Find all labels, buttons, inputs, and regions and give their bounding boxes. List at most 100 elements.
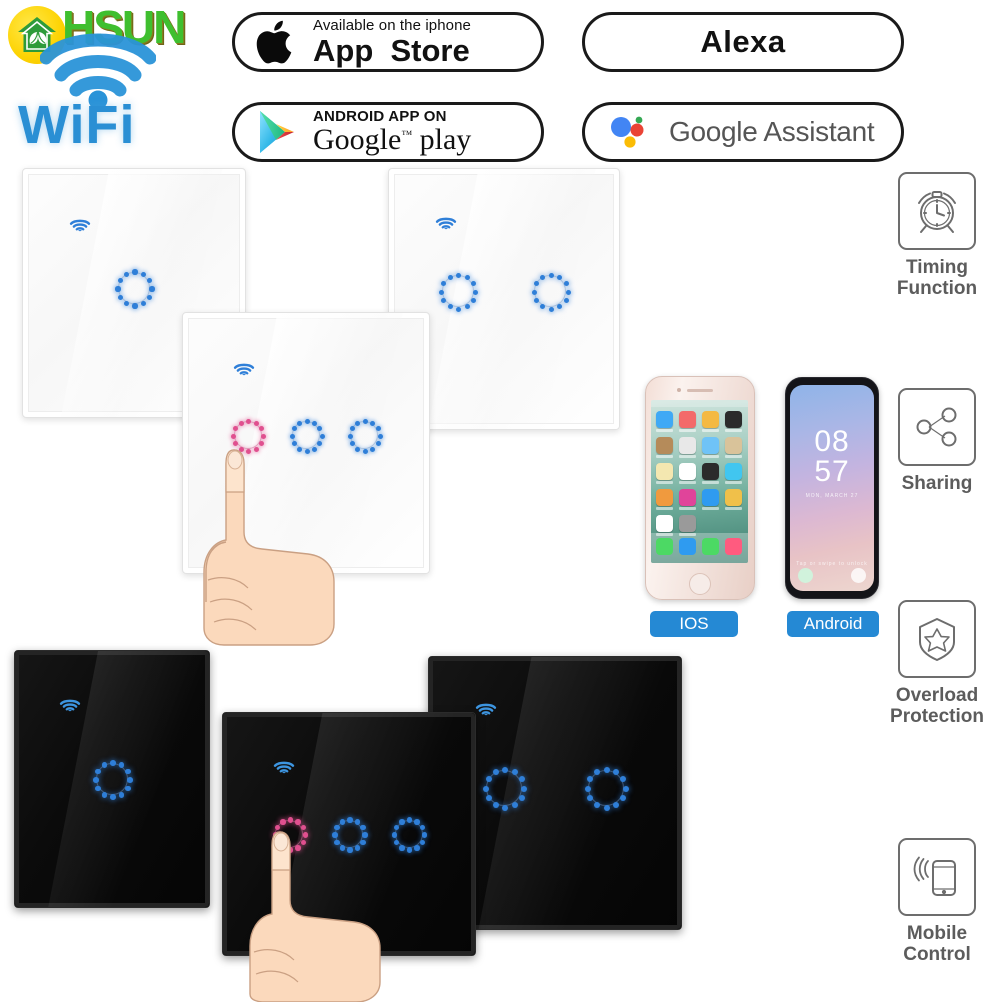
- led-dot: [511, 801, 518, 808]
- led-dot: [132, 269, 138, 275]
- iphone-home-button[interactable]: [689, 573, 711, 595]
- led-dot: [312, 420, 317, 426]
- led-dot: [317, 426, 323, 432]
- led-dot: [540, 304, 546, 310]
- led-dot: [518, 795, 525, 802]
- android-camera-shortcut[interactable]: [851, 568, 866, 583]
- wifi-indicator-icon: [233, 363, 255, 376]
- led-dot: [118, 791, 125, 798]
- alarm-clock-icon: [918, 191, 956, 233]
- android-phone-shortcut[interactable]: [798, 568, 813, 583]
- led-dot: [304, 448, 310, 454]
- led-dot: [565, 289, 571, 295]
- led-ring-outline: [117, 271, 150, 304]
- switch-button-2[interactable]: [289, 418, 325, 454]
- feature-label: Mobile Control: [903, 923, 971, 966]
- switch-button-1[interactable]: [231, 418, 267, 454]
- led-dot: [511, 769, 518, 776]
- led-dot: [349, 441, 355, 447]
- feature-label: Sharing: [901, 473, 973, 494]
- led-dot: [317, 441, 323, 447]
- led-dot: [349, 426, 355, 432]
- led-dot: [447, 274, 453, 280]
- google-play-text: ANDROID APP ON Google™ play: [313, 109, 471, 155]
- led-dot: [620, 795, 627, 802]
- led-dot: [147, 294, 153, 301]
- led-dot: [115, 286, 121, 292]
- switch-button-1[interactable]: [272, 817, 308, 853]
- led-dot: [280, 819, 286, 825]
- led-dot: [421, 832, 428, 838]
- led-dot: [375, 426, 381, 432]
- led-dot: [287, 817, 293, 823]
- led-dot: [297, 446, 302, 452]
- switch-button-1[interactable]: [439, 272, 479, 312]
- switch-button-2[interactable]: [584, 766, 629, 811]
- led-dot: [470, 281, 476, 287]
- led-dot: [456, 272, 462, 278]
- led-dot: [123, 271, 130, 277]
- led-dot: [339, 845, 346, 851]
- led-dot: [548, 272, 554, 278]
- switch-white-3-gang[interactable]: [182, 312, 430, 574]
- wifi-indicator-icon: [69, 219, 91, 232]
- led-dot: [518, 776, 525, 783]
- android-device[interactable]: 08 57 MON, MARCH 27 Tap or swipe to unlo…: [785, 377, 879, 599]
- shield-star-icon: [919, 618, 955, 661]
- led-dot: [280, 845, 286, 851]
- switch-button-1[interactable]: [93, 760, 133, 800]
- switch-button-2[interactable]: [531, 272, 571, 312]
- led-dot: [362, 832, 368, 838]
- led-dot: [289, 433, 295, 439]
- led-dot: [613, 801, 620, 808]
- iphone-device[interactable]: [645, 376, 755, 600]
- wifi-indicator-icon: [475, 703, 497, 716]
- switch-button-2[interactable]: [332, 817, 368, 853]
- led-dot: [124, 768, 131, 775]
- led-dot: [339, 819, 346, 825]
- led-dot: [140, 271, 147, 277]
- android-date: MON, MARCH 27: [805, 493, 859, 499]
- led-dot: [456, 306, 462, 312]
- led-dot: [238, 446, 244, 452]
- alexa-badge[interactable]: Alexa: [582, 12, 904, 72]
- google-assistant-badge[interactable]: Google Assistant: [582, 102, 904, 162]
- switch-button-1[interactable]: [115, 269, 155, 309]
- led-dot: [304, 418, 310, 424]
- switch-black-1-gang[interactable]: [14, 650, 210, 908]
- led-ring-outline: [441, 275, 474, 308]
- led-dot: [399, 845, 405, 851]
- led-dot: [291, 441, 297, 447]
- iphone-earpiece: [687, 389, 713, 392]
- wifi-indicator-icon: [435, 217, 457, 230]
- led-dot: [521, 785, 528, 792]
- led-dot: [447, 304, 453, 310]
- iphone-camera: [677, 388, 681, 392]
- led-dot: [492, 801, 499, 808]
- led-dot: [123, 301, 130, 307]
- led-dot: [531, 289, 537, 295]
- led-dot: [360, 824, 366, 831]
- led-dot: [620, 776, 627, 783]
- led-ring-outline: [534, 275, 567, 308]
- switch-button-3[interactable]: [391, 817, 428, 853]
- led-dot: [414, 845, 420, 851]
- switch-black-3-gang[interactable]: [222, 712, 476, 956]
- app-store-badge[interactable]: Available on the iphone App Store: [232, 12, 544, 72]
- switch-button-3[interactable]: [347, 418, 383, 454]
- led-dot: [149, 286, 155, 292]
- android-lock-screen[interactable]: 08 57 MON, MARCH 27 Tap or swipe to unlo…: [790, 385, 874, 591]
- led-dot: [147, 277, 153, 284]
- led-dot: [300, 839, 306, 846]
- ios-home-screen[interactable]: [651, 400, 748, 563]
- google-play-badge[interactable]: ANDROID APP ON Google™ play: [232, 102, 544, 162]
- switch-button-1[interactable]: [483, 766, 528, 811]
- feature-timing-function: Timing Function: [877, 172, 997, 300]
- google-play-triangle-icon: [260, 111, 294, 153]
- feature-mobile-control: Mobile Control: [877, 838, 997, 966]
- led-ring-outline: [486, 769, 523, 806]
- led-dot: [584, 785, 591, 792]
- led-dot: [93, 777, 99, 783]
- led-dot: [312, 446, 317, 452]
- led-dot: [110, 794, 116, 800]
